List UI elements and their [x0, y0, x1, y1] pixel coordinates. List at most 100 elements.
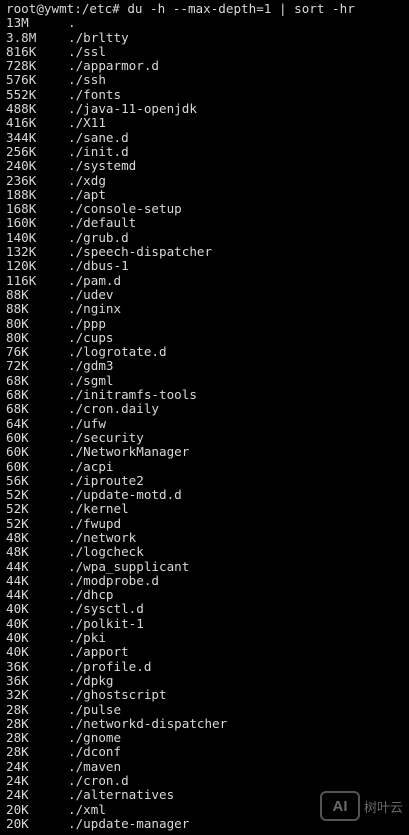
du-output-row: 28K ./networkd-dispatcher: [6, 715, 409, 731]
dir-path: ./NetworkManager: [68, 444, 190, 460]
du-output-row: 24K ./maven: [6, 759, 409, 774]
dir-path: ./modprobe.d: [68, 572, 159, 588]
dir-size: 28K: [6, 744, 29, 760]
dir-path: ./acpi: [68, 458, 114, 474]
dir-size: 188K: [6, 186, 37, 202]
du-output-row: 80K ./ppp: [6, 315, 409, 331]
dir-size: 52K: [6, 515, 29, 531]
dir-path: ./ssl: [68, 43, 106, 59]
dir-size: 44K: [6, 572, 29, 588]
dir-size: 132K: [6, 244, 37, 260]
du-output-row: 816K ./ssl: [6, 43, 409, 59]
dir-size: 80K: [6, 315, 29, 331]
du-output-row: 32K ./ghostscript: [6, 687, 409, 703]
du-output-row: 52K ./update-motd.d: [6, 487, 409, 502]
dir-size: 72K: [6, 358, 29, 374]
dir-size: 52K: [6, 501, 29, 517]
dir-size: 40K: [6, 644, 29, 660]
du-output-row: 728K ./apparmor.d: [6, 58, 409, 74]
du-output-row: 140K ./grub.d: [6, 230, 409, 245]
dir-size: 344K: [6, 129, 37, 145]
dir-size: 13M: [6, 15, 29, 31]
du-output-row: 88K ./udev: [6, 286, 409, 302]
dir-size: 68K: [6, 387, 29, 403]
dir-size: 36K: [6, 672, 29, 688]
du-output-row: 3.8M ./brltty: [6, 30, 409, 45]
dir-path: ./apt: [68, 186, 106, 202]
dir-path: ./cups: [68, 329, 114, 345]
du-output-row: 60K ./security: [6, 430, 409, 445]
dir-path: ./logrotate.d: [68, 344, 167, 360]
du-output-row: 116K ./pam.d: [6, 272, 409, 288]
dir-size: 68K: [6, 372, 29, 388]
dir-size: 236K: [6, 172, 37, 188]
du-output-row: 52K ./kernel: [6, 501, 409, 517]
dir-path: ./nginx: [68, 301, 122, 317]
du-output-row: 56K ./iproute2: [6, 472, 409, 488]
watermark-logo: AI: [319, 791, 360, 821]
dir-path: ./cron.daily: [68, 401, 159, 417]
du-output-row: 44K ./modprobe.d: [6, 572, 409, 588]
du-output-row: 80K ./cups: [6, 329, 409, 345]
dir-size: 160K: [6, 215, 37, 231]
du-output-row: 132K ./speech-dispatcher: [6, 244, 409, 260]
du-output-row: 28K ./gnome: [6, 730, 409, 746]
dir-size: 816K: [6, 43, 37, 59]
du-output-row: 236K ./xdg: [6, 172, 409, 188]
terminal-output[interactable]: root@ywmt:/etc# du -h --max-depth=1 | so…: [6, 1, 409, 835]
du-output-row: 48K ./network: [6, 529, 409, 545]
dir-path: ./console-setup: [68, 201, 182, 217]
dir-path: .: [68, 15, 76, 31]
dir-path: ./apport: [68, 644, 129, 660]
du-output-row: 48K ./logcheck: [6, 544, 409, 559]
dir-path: ./dhcp: [68, 587, 114, 603]
dir-path: ./systemd: [68, 158, 137, 174]
du-output-row: 68K ./cron.daily: [6, 401, 409, 417]
du-output-row: 28K ./dconf: [6, 744, 409, 760]
dir-size: 116K: [6, 272, 37, 288]
du-output-row: 488K ./java-11-openjdk: [6, 101, 409, 117]
dir-size: 28K: [6, 701, 29, 717]
dir-path: ./udev: [68, 286, 114, 302]
dir-size: 44K: [6, 587, 29, 603]
dir-size: 728K: [6, 58, 37, 74]
dir-path: ./ghostscript: [68, 687, 167, 703]
dir-size: 60K: [6, 458, 29, 474]
dir-path: ./profile.d: [68, 658, 152, 674]
du-output-row: 68K ./initramfs-tools: [6, 387, 409, 403]
dir-size: 168K: [6, 201, 37, 217]
dir-path: ./cron.d: [68, 773, 129, 789]
du-output-row: 68K ./sgml: [6, 372, 409, 388]
du-output-row: 168K ./console-setup: [6, 201, 409, 217]
dir-path: ./sgml: [68, 372, 114, 388]
dir-size: 48K: [6, 529, 29, 545]
dir-path: ./update-manager: [68, 815, 190, 831]
dir-size: 40K: [6, 601, 29, 617]
watermark: AI 树叶云: [319, 791, 403, 821]
dir-path: ./fonts: [68, 86, 122, 102]
dir-path: ./xml: [68, 801, 106, 817]
dir-size: 28K: [6, 715, 29, 731]
dir-size: 44K: [6, 558, 29, 574]
du-output-list: 13M. 3.8M ./brltty 816K ./ssl 728K ./apparmor.…: [6, 15, 409, 831]
dir-size: 488K: [6, 101, 37, 117]
dir-path: ./polkit-1: [68, 615, 144, 631]
du-output-row: 24K ./cron.d: [6, 773, 409, 789]
du-output-row: 64K ./ufw: [6, 416, 409, 431]
dir-size: 120K: [6, 258, 37, 274]
dir-path: ./dbus-1: [68, 258, 129, 274]
dir-path: ./apparmor.d: [68, 58, 159, 74]
dir-path: ./wpa_supplicant: [68, 558, 190, 574]
du-output-row: 60K ./NetworkManager: [6, 444, 409, 460]
dir-size: 40K: [6, 615, 29, 631]
dir-path: ./pam.d: [68, 272, 122, 288]
dir-path: ./networkd-dispatcher: [68, 715, 228, 731]
dir-path: ./initramfs-tools: [68, 387, 197, 403]
dir-path: ./iproute2: [68, 472, 144, 488]
dir-size: 56K: [6, 472, 29, 488]
du-output-row: 40K ./sysctl.d: [6, 601, 409, 617]
du-output-row: 44K ./wpa_supplicant: [6, 558, 409, 574]
dir-path: ./kernel: [68, 501, 129, 517]
dir-size: 80K: [6, 329, 29, 345]
dir-size: 28K: [6, 730, 29, 746]
